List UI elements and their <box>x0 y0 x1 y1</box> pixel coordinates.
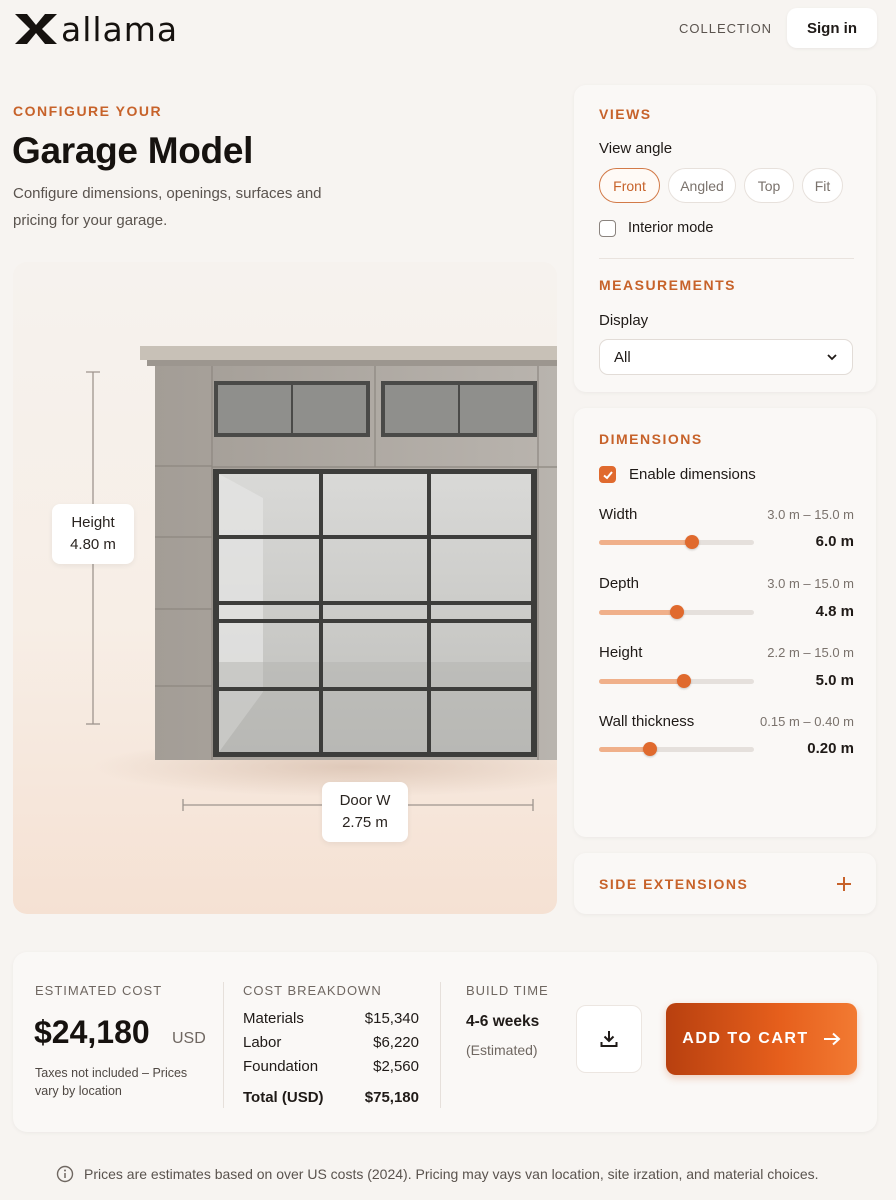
divider <box>223 982 224 1108</box>
estimated-cost-label: ESTIMATED COST <box>35 983 163 998</box>
slider-width-range: 3.0 m – 15.0 m <box>767 507 854 522</box>
breakdown-materials-label: Materials <box>243 1010 304 1027</box>
brand-name: allama <box>61 9 179 49</box>
slider-width-label: Width <box>599 506 638 523</box>
brand-logo[interactable]: allama <box>13 9 179 49</box>
slider-height-label: Height <box>599 644 643 661</box>
pricing-footnote: Prices are estimates based on over US co… <box>56 1165 819 1183</box>
dimensions-card: DIMENSIONS Enable dimensions Width 3.0 m… <box>574 408 876 837</box>
checkmark-icon <box>602 470 613 479</box>
signin-button[interactable]: Sign in <box>787 8 877 48</box>
cost-breakdown-label: COST BREAKDOWN <box>243 983 382 998</box>
height-value: 4.80 m <box>70 536 116 553</box>
slider-depth-label: Depth <box>599 575 640 592</box>
slider-wall-thickness-value: 0.20 m <box>807 740 854 757</box>
breakdown-total-label: Total (USD) <box>243 1089 324 1106</box>
side-extensions-card[interactable]: SIDE EXTENSIONS <box>574 853 876 914</box>
door-width-dimension-label: Door W 2.75 m <box>322 782 408 842</box>
pricing-footnote-text: Prices are estimates based on over US co… <box>84 1166 819 1182</box>
build-time-value: 4-6 weeks <box>466 1013 540 1030</box>
build-time-label: BUILD TIME <box>466 983 549 998</box>
interior-mode-label: Interior mode <box>628 220 714 236</box>
breakdown-materials-amount: $15,340 <box>364 1010 419 1027</box>
slider-wall-thickness-range: 0.15 m – 0.40 m <box>760 714 854 729</box>
view-angled-button[interactable]: Angled <box>668 168 736 203</box>
slider-wall-thickness[interactable] <box>599 742 754 756</box>
display-select-value: All <box>614 348 631 366</box>
logo-mark-icon <box>15 14 57 44</box>
view-angle-label: View angle <box>599 140 673 157</box>
estimated-cost-amount: $24,180 <box>34 1014 150 1050</box>
nav-collection-link[interactable]: COLLECTION <box>679 21 772 36</box>
height-dimension-label: Height 4.80 m <box>52 504 134 564</box>
add-to-cart-button[interactable]: ADD TO CART <box>666 1003 857 1075</box>
side-extensions-title: SIDE EXTENSIONS <box>599 876 749 892</box>
cost-note: Taxes not included – Prices vary by loca… <box>35 1066 188 1098</box>
breakdown-total-amount: $75,180 <box>364 1089 419 1106</box>
view-top-button[interactable]: Top <box>744 168 794 203</box>
door-width-value: 2.75 m <box>342 814 388 831</box>
page-subtitle: Configure dimensions, openings, surfaces… <box>13 185 322 229</box>
slider-height-range: 2.2 m – 15.0 m <box>767 645 854 660</box>
download-icon <box>600 1031 618 1047</box>
enable-dimensions-label: Enable dimensions <box>629 466 756 483</box>
cost-summary-bar: ESTIMATED COST $24,180 USD Taxes not inc… <box>13 952 877 1132</box>
slider-depth[interactable] <box>599 605 754 619</box>
door-width-label: Door W <box>339 792 391 809</box>
garage-preview[interactable]: Height 4.80 m Door W 2.75 m <box>13 262 557 914</box>
plus-icon[interactable] <box>836 876 852 892</box>
display-select[interactable]: All <box>599 339 853 375</box>
measurements-title: MEASUREMENTS <box>599 277 737 293</box>
divider <box>599 258 854 259</box>
add-to-cart-label: ADD TO CART <box>682 1030 809 1047</box>
slider-height[interactable] <box>599 674 754 688</box>
slider-width-value: 6.0 m <box>815 533 854 550</box>
interior-mode-checkbox[interactable] <box>599 220 616 237</box>
slider-depth-range: 3.0 m – 15.0 m <box>767 576 854 591</box>
slider-width[interactable] <box>599 535 754 549</box>
views-title: VIEWS <box>599 106 652 122</box>
slider-depth-thumb[interactable] <box>669 605 684 619</box>
slider-wall-thickness-label: Wall thickness <box>599 713 695 730</box>
views-card: VIEWS View angle Front Angled Top Fit In… <box>574 85 876 392</box>
display-label: Display <box>599 312 649 329</box>
build-time-note: (Estimated) <box>466 1042 538 1058</box>
slider-wall-thickness-thumb[interactable] <box>643 742 658 756</box>
currency-label: USD <box>172 1030 206 1047</box>
divider <box>440 982 441 1108</box>
view-front-button[interactable]: Front <box>599 168 660 203</box>
height-label: Height <box>71 514 115 531</box>
breakdown-foundation-amount: $2,560 <box>373 1058 419 1075</box>
breakdown-labor-label: Labor <box>243 1034 282 1051</box>
arrow-right-icon <box>823 1032 841 1046</box>
slider-height-value: 5.0 m <box>815 672 854 689</box>
dimensions-title: DIMENSIONS <box>599 431 703 447</box>
view-fit-button[interactable]: Fit <box>802 168 843 203</box>
slider-width-thumb[interactable] <box>685 535 699 549</box>
page-eyebrow: CONFIGURE YOUR <box>13 103 163 119</box>
enable-dimensions-checkbox[interactable] <box>599 466 616 483</box>
breakdown-labor-amount: $6,220 <box>373 1034 419 1051</box>
breakdown-foundation-label: Foundation <box>243 1058 319 1075</box>
slider-depth-value: 4.8 m <box>815 603 854 620</box>
info-icon <box>56 1165 74 1183</box>
download-button[interactable] <box>576 1005 642 1073</box>
slider-height-thumb[interactable] <box>677 674 692 688</box>
page-title: Garage Model <box>12 130 254 171</box>
garage-render <box>86 346 557 811</box>
chevron-down-icon <box>827 354 837 361</box>
